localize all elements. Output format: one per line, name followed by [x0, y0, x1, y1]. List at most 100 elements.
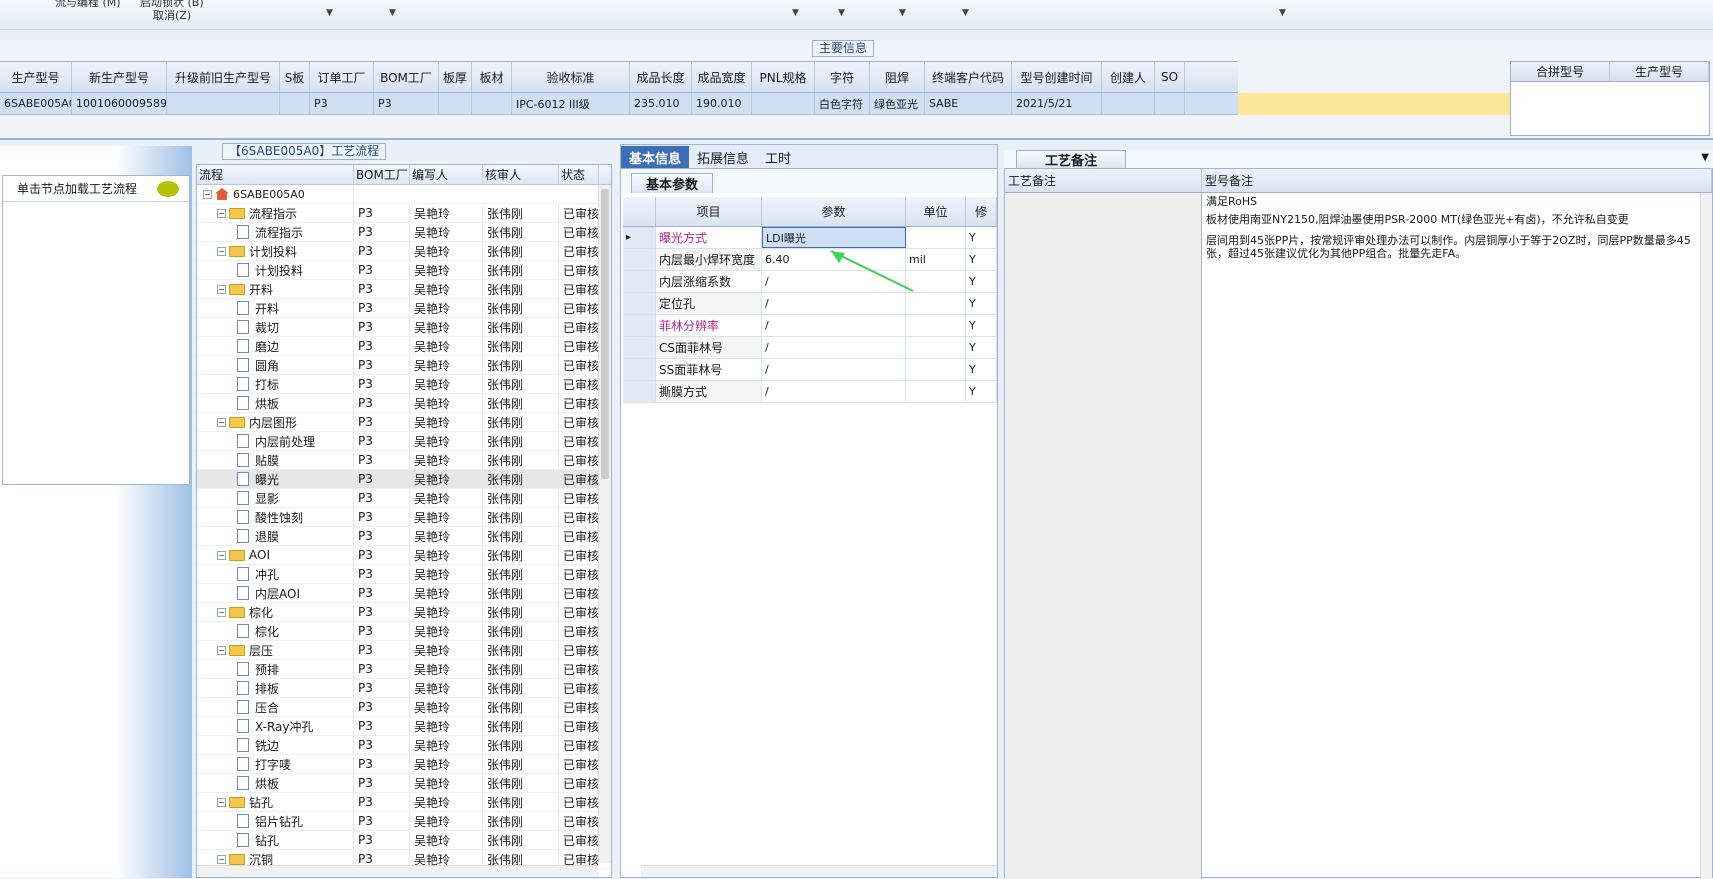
main-info-col-header[interactable]: 验收标准 [512, 62, 630, 92]
param-col-header[interactable]: 修 [966, 197, 997, 226]
param-cell-value[interactable]: / [762, 381, 906, 402]
dropdown-arrow-icon[interactable]: ▼ [792, 8, 799, 18]
splitter[interactable] [0, 138, 1713, 140]
param-row[interactable]: CS面菲林号 / Y [623, 337, 997, 359]
main-info-cell[interactable] [280, 93, 310, 114]
collapse-icon[interactable]: − [217, 607, 226, 617]
tree-row[interactable]: 酸性蚀刻 P3 吴艳玲 张伟刚 已审核 [197, 508, 611, 527]
tree-col-header[interactable]: 状态 [559, 165, 599, 184]
dropdown-arrow-icon[interactable]: ▼ [962, 8, 969, 18]
tree-row[interactable]: 铣边 P3 吴艳玲 张伟刚 已审核 [197, 736, 611, 755]
tree-row[interactable]: 显影 P3 吴艳玲 张伟刚 已审核 [197, 489, 611, 508]
tree-row[interactable]: 流程指示 P3 吴艳玲 张伟刚 已审核 [197, 223, 611, 242]
collapse-icon[interactable]: − [217, 208, 226, 218]
main-info-col-header[interactable]: 成品长度 [630, 62, 692, 92]
tree-row[interactable]: 预排 P3 吴艳玲 张伟刚 已审核 [197, 660, 611, 679]
remarks-scrollbar[interactable] [1700, 193, 1712, 879]
tree-row[interactable]: − 层压 P3 吴艳玲 张伟刚 已审核 [197, 641, 611, 660]
main-info-cell[interactable]: 190.010 [692, 93, 752, 114]
main-info-col-header[interactable]: 板厚 [439, 62, 472, 92]
tree-row[interactable]: 排板 P3 吴艳玲 张伟刚 已审核 [197, 679, 611, 698]
main-info-cell[interactable] [1102, 93, 1155, 114]
row-indicator[interactable] [623, 315, 656, 336]
param-row[interactable]: SS面菲林号 / Y [623, 359, 997, 381]
collapse-icon[interactable]: − [217, 246, 226, 256]
param-col-header[interactable]: 项目 [656, 197, 762, 226]
tree-row[interactable]: − 内层图形 P3 吴艳玲 张伟刚 已审核 [197, 413, 611, 432]
main-info-col-header[interactable]: 升级前旧生产型号 [167, 62, 280, 92]
process-remark-box[interactable] [1005, 193, 1202, 879]
tree-row[interactable]: 曝光 P3 吴艳玲 张伟刚 已审核 [197, 470, 611, 489]
main-info-cell[interactable]: IPC-6012 III级 [512, 93, 630, 114]
collapse-icon[interactable]: − [217, 645, 226, 655]
row-indicator[interactable] [623, 249, 656, 270]
collapse-icon[interactable]: − [217, 854, 226, 864]
row-indicator[interactable] [623, 381, 656, 402]
param-col-header[interactable]: 参数 [762, 197, 906, 226]
row-indicator[interactable]: ▸ [623, 227, 656, 248]
tree-row[interactable]: 冲孔 P3 吴艳玲 张伟刚 已审核 [197, 565, 611, 584]
main-info-col-header[interactable]: 字符 [815, 62, 870, 92]
collapse-icon[interactable]: − [217, 417, 226, 427]
tree-row[interactable]: 铝片钻孔 P3 吴艳玲 张伟刚 已审核 [197, 812, 611, 831]
tree-col-header[interactable]: BOM工厂 [354, 165, 410, 184]
row-indicator[interactable] [623, 337, 656, 358]
param-cell-value[interactable]: / [762, 315, 906, 336]
main-info-col-header[interactable]: 生产型号 [0, 62, 72, 92]
tab-process-remarks[interactable]: 工艺备注 [1016, 150, 1127, 169]
param-col-header[interactable]: 单位 [906, 197, 966, 226]
main-info-cell[interactable]: 白色字符 [815, 93, 870, 114]
dropdown-arrow-icon[interactable]: ▼ [899, 8, 906, 18]
dropdown-arrow-icon[interactable]: ▼ [1701, 152, 1709, 163]
tree-row[interactable]: − 开料 P3 吴艳玲 张伟刚 已审核 [197, 280, 611, 299]
main-info-cell[interactable] [1155, 93, 1185, 114]
main-info-cell[interactable]: 235.010 [630, 93, 692, 114]
tree-row[interactable]: 烘板 P3 吴艳玲 张伟刚 已审核 [197, 774, 611, 793]
tree-row[interactable]: 贴膜 P3 吴艳玲 张伟刚 已审核 [197, 451, 611, 470]
row-indicator[interactable] [623, 359, 656, 380]
collapse-icon[interactable]: − [217, 797, 226, 807]
main-info-cell[interactable]: 绿色亚光 [870, 93, 925, 114]
param-cell-value[interactable]: / [762, 337, 906, 358]
tree-row[interactable]: 裁切 P3 吴艳玲 张伟刚 已审核 [197, 318, 611, 337]
row-indicator[interactable] [623, 293, 656, 314]
tree-scrollbar[interactable] [598, 185, 611, 863]
tree-row[interactable]: − 钻孔 P3 吴艳玲 张伟刚 已审核 [197, 793, 611, 812]
collapse-icon[interactable]: − [203, 189, 212, 199]
main-info-cell[interactable]: 2021/5/21 [1012, 93, 1102, 114]
tree-row[interactable]: 计划投料 P3 吴艳玲 张伟刚 已审核 [197, 261, 611, 280]
load-hint[interactable]: 单击节点加载工艺流程 [3, 176, 189, 202]
param-row[interactable]: 撕膜方式 / Y [623, 381, 997, 403]
tree-row[interactable]: 磨边 P3 吴艳玲 张伟刚 已审核 [197, 337, 611, 356]
main-info-cell[interactable]: 6SABE005A0 [0, 93, 72, 114]
tab-basic-info[interactable]: 基本信息 [621, 146, 690, 168]
tree-row[interactable]: 棕化 P3 吴艳玲 张伟刚 已审核 [197, 622, 611, 641]
highlight-cell[interactable] [1238, 93, 1510, 115]
main-info-col-header[interactable]: 成品宽度 [692, 62, 752, 92]
tab-basic-params[interactable]: 基本参数 [631, 173, 714, 193]
tree-row[interactable]: 内层AOI P3 吴艳玲 张伟刚 已审核 [197, 584, 611, 603]
main-info-col-header[interactable]: 创建人 [1102, 62, 1155, 92]
tree-row[interactable]: 压合 P3 吴艳玲 张伟刚 已审核 [197, 698, 611, 717]
dropdown-arrow-icon[interactable]: ▼ [389, 8, 396, 18]
main-info-col-header[interactable]: BOM工厂 [374, 62, 439, 92]
collapse-icon[interactable]: − [217, 284, 226, 294]
tree-row[interactable]: 内层前处理 P3 吴艳玲 张伟刚 已审核 [197, 432, 611, 451]
scrollbar-thumb[interactable] [601, 189, 609, 479]
main-info-cell[interactable] [167, 93, 280, 114]
tree-row[interactable]: 打字唛 P3 吴艳玲 张伟刚 已审核 [197, 755, 611, 774]
tree-root-row[interactable]: − 6SABE005A0 [197, 185, 611, 204]
tree-col-header[interactable]: 核审人 [483, 165, 559, 184]
main-info-col-header[interactable]: 订单工厂 [310, 62, 374, 92]
tree-h-scrollbar[interactable] [197, 865, 599, 877]
main-info-col-header[interactable]: 型号创建时间 [1012, 62, 1102, 92]
tree-row[interactable]: − 流程指示 P3 吴艳玲 张伟刚 已审核 [197, 204, 611, 223]
tree-row[interactable]: − 计划投料 P3 吴艳玲 张伟刚 已审核 [197, 242, 611, 261]
dropdown-arrow-icon[interactable]: ▼ [838, 8, 845, 18]
tree-row[interactable]: X-Ray冲孔 P3 吴艳玲 张伟刚 已审核 [197, 717, 611, 736]
tree-row[interactable]: − AOI P3 吴艳玲 张伟刚 已审核 [197, 546, 611, 565]
main-info-col-header[interactable]: PNL规格 [752, 62, 815, 92]
tree-row[interactable]: 钻孔 P3 吴艳玲 张伟刚 已审核 [197, 831, 611, 850]
speech-bubble-icon[interactable] [157, 180, 179, 197]
main-info-cell[interactable]: P3 [310, 93, 374, 114]
